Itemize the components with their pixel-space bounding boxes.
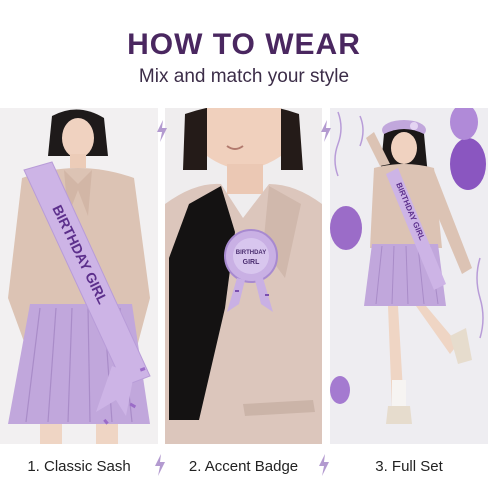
caption-classic-sash: 1. Classic Sash	[27, 458, 131, 475]
lightning-bolt-icon	[321, 120, 331, 142]
classic-sash-photo: BIRTHDAY GIRL	[0, 108, 158, 444]
page-title: HOW TO WEAR	[127, 28, 361, 61]
full-set-photo: BIRTHDAY GIRL	[330, 108, 488, 444]
accent-badge-photo: BIRTHDAY GIRL	[165, 108, 322, 444]
caption-accent-badge: 2. Accent Badge	[188, 458, 299, 475]
lightning-bolt-icon	[155, 454, 165, 476]
caption-full-set: 3. Full Set	[375, 458, 443, 475]
header: HOW TO WEAR Mix and match your style	[0, 0, 488, 108]
photo-panels: BIRTHDAY GIRL BIRTHDAY GIRL BIRTHDAY GIR…	[0, 108, 488, 444]
lightning-bolt-icon	[157, 120, 167, 142]
badge-text-line1: BIRTHDAY	[236, 250, 266, 256]
captions: 1. Classic Sash 2. Accent Badge 3. Full …	[0, 444, 488, 488]
page-subtitle: Mix and match your style	[138, 66, 350, 87]
badge-text-line2: GIRL	[243, 259, 260, 266]
lightning-bolt-icon	[319, 454, 329, 476]
